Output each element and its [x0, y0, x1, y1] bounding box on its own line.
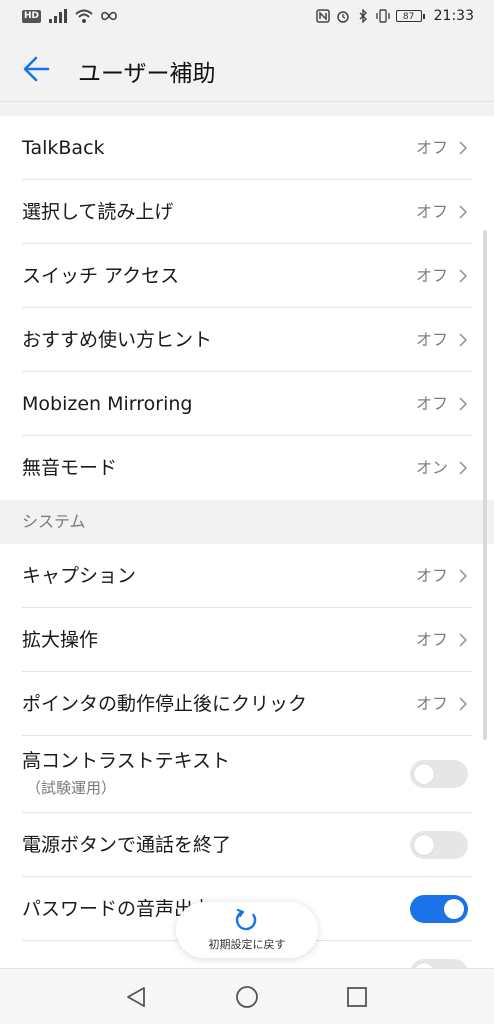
- chevron-right-icon: [459, 141, 468, 155]
- hd-badge: HD: [22, 9, 42, 23]
- list-item-magnification[interactable]: 拡大操作 オフ: [0, 608, 494, 672]
- list-item-select-to-speak[interactable]: 選択して読み上げ オフ: [0, 180, 494, 244]
- list-item-label: 電源ボタンで通話を終了: [22, 834, 232, 856]
- settings-list[interactable]: TalkBack オフ 選択して読み上げ オフ スイッチ アクセス オフ おすす…: [0, 102, 494, 968]
- list-item-label: 無音モード: [22, 457, 118, 479]
- reset-label: 初期設定に戻す: [208, 938, 286, 951]
- list-item-mobizen-mirroring[interactable]: Mobizen Mirroring オフ: [0, 372, 494, 436]
- list-item-value: オフ: [415, 566, 448, 585]
- chevron-right-icon: [459, 269, 468, 283]
- status-bar: HD 87 21:33: [0, 0, 494, 36]
- arrow-left-icon: [23, 56, 50, 82]
- list-item-label: 選択して読み上げ: [22, 201, 174, 223]
- list-item-value: オフ: [415, 138, 448, 157]
- list-item-silent-mode[interactable]: 無音モード オン: [0, 436, 494, 500]
- page-title: ユーザー補助: [78, 61, 216, 87]
- list-item-high-contrast-text[interactable]: 高コントラストテキスト （試験運用）: [0, 736, 494, 812]
- list-item-talkback[interactable]: TalkBack オフ: [0, 116, 494, 180]
- toggle-knob: [414, 764, 434, 784]
- list-item-value: オフ: [415, 630, 448, 649]
- infinity-icon: [101, 11, 117, 21]
- chevron-right-icon: [459, 697, 468, 711]
- list-item-value: オフ: [415, 202, 448, 221]
- chevron-right-icon: [459, 205, 468, 219]
- bluetooth-icon: [359, 9, 367, 23]
- battery-icon: 87: [395, 10, 425, 22]
- list-item-captions[interactable]: キャプション オフ: [0, 544, 494, 608]
- navigation-bar: [0, 968, 494, 1024]
- nav-home-button[interactable]: [232, 982, 262, 1012]
- triangle-back-icon: [127, 987, 145, 1007]
- list-item-value: オフ: [415, 330, 448, 349]
- list-item-value: オフ: [415, 266, 448, 285]
- circle-home-icon: [236, 986, 258, 1008]
- toggle-knob: [444, 899, 464, 919]
- list-item-label: 拡大操作: [22, 629, 99, 651]
- reset-to-default-button[interactable]: 初期設定に戻す: [176, 902, 318, 958]
- list-item-value: オン: [415, 458, 448, 477]
- scrollbar[interactable]: [483, 230, 487, 740]
- list-item-value: オフ: [415, 694, 448, 713]
- chevron-right-icon: [459, 333, 468, 347]
- list-item-label: TalkBack: [22, 137, 105, 159]
- status-bar-right: 87 21:33: [315, 8, 474, 24]
- list-item-label: 高コントラストテキスト: [22, 750, 231, 772]
- power-button-ends-call-toggle[interactable]: [410, 831, 468, 859]
- nav-recents-button[interactable]: [342, 982, 372, 1012]
- list-item-autoclick[interactable]: ポインタの動作停止後にクリック オフ: [0, 672, 494, 736]
- chevron-right-icon: [459, 633, 468, 647]
- wifi-icon: [75, 9, 93, 23]
- list-item-switch-access[interactable]: スイッチ アクセス オフ: [0, 244, 494, 308]
- high-contrast-toggle[interactable]: [410, 760, 468, 788]
- chevron-right-icon: [459, 569, 468, 583]
- back-button[interactable]: [18, 52, 58, 86]
- speak-passwords-toggle[interactable]: [410, 895, 468, 923]
- list-item-label: Mobizen Mirroring: [22, 393, 193, 415]
- section-header-services: [0, 102, 494, 116]
- partially-visible-toggle[interactable]: [410, 959, 468, 968]
- list-item-label: ポインタの動作停止後にクリック: [22, 693, 308, 715]
- list-item-label: おすすめ使い方ヒント: [22, 329, 213, 351]
- status-time: 21:33: [433, 8, 474, 24]
- section-header-label: システム: [22, 512, 86, 531]
- list-item-label: スイッチ アクセス: [22, 265, 180, 287]
- refresh-icon: [235, 908, 257, 931]
- chevron-right-icon: [459, 397, 468, 411]
- toggle-knob: [414, 835, 434, 855]
- vibrate-icon: [375, 9, 390, 23]
- square-recents-icon: [347, 987, 367, 1007]
- list-item-value: オフ: [415, 394, 448, 413]
- list-item-usage-hints[interactable]: おすすめ使い方ヒント オフ: [0, 308, 494, 372]
- section-header-system: システム: [0, 500, 494, 544]
- signal-icon: [49, 9, 68, 23]
- chevron-right-icon: [459, 461, 468, 475]
- status-bar-left: HD: [22, 9, 117, 23]
- nav-back-button[interactable]: [122, 982, 152, 1012]
- alarm-icon: [336, 11, 349, 23]
- list-item-power-button-ends-call[interactable]: 電源ボタンで通話を終了: [0, 813, 494, 877]
- list-item-label: キャプション: [22, 565, 137, 587]
- list-item-sublabel: （試験運用）: [26, 779, 117, 797]
- app-bar: ユーザー補助: [0, 36, 494, 102]
- nfc-icon: [315, 9, 330, 23]
